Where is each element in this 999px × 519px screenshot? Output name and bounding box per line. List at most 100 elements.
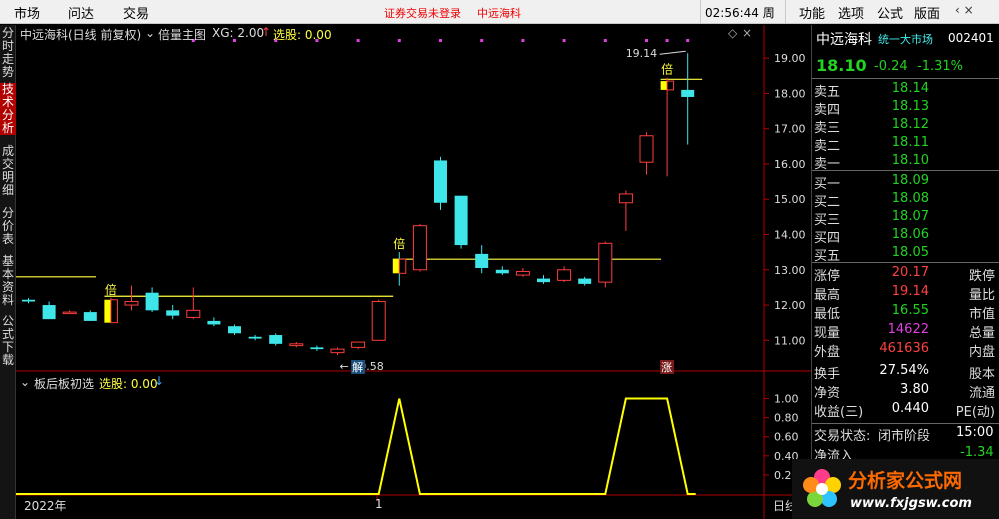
candle[interactable] — [351, 341, 366, 350]
candle[interactable] — [392, 252, 407, 286]
candle[interactable] — [166, 305, 180, 320]
stat-label: 外盘 — [814, 345, 841, 360]
candle-body — [392, 259, 400, 274]
candle[interactable] — [495, 266, 509, 276]
stat-right-label: 流通 — [968, 386, 995, 401]
chart-close-icon[interactable]: × — [742, 26, 752, 40]
bid-price[interactable]: 18.05 — [892, 245, 929, 260]
candle[interactable] — [42, 301, 56, 320]
tab-timeshare[interactable]: 分时走势 — [0, 27, 16, 79]
candle[interactable] — [578, 276, 592, 286]
left-tab-bar: 分时走势 技术分析 成交明细 分价表 基本资料 公式下载 — [0, 25, 16, 519]
menu-function[interactable]: 功能 — [799, 3, 825, 22]
ask-label: 卖五 — [814, 85, 841, 100]
candle[interactable] — [330, 347, 345, 356]
candle-body — [269, 335, 283, 344]
bei-label: 倍 — [661, 62, 673, 77]
signal-dot — [686, 39, 690, 42]
candle[interactable] — [62, 310, 77, 315]
candle[interactable] — [186, 287, 201, 320]
stat-right-label: 股本 — [968, 367, 995, 382]
main-y-axis: 19.00 18.00 17.00 16.00 15.00 14.00 13.00 12.00… — [764, 52, 806, 347]
candle-body — [289, 343, 304, 347]
candle[interactable] — [557, 266, 572, 283]
candle[interactable] — [228, 324, 241, 336]
bid-price[interactable]: 18.06 — [892, 227, 929, 242]
y-tick-label: 18.00 — [774, 87, 806, 100]
tab-price-table[interactable]: 分价表 — [0, 207, 16, 247]
trade-time: 15:00 — [956, 425, 994, 440]
signal-dot — [480, 39, 484, 42]
candle[interactable] — [618, 190, 633, 231]
login-status[interactable]: 证券交易未登录 — [384, 5, 461, 21]
stat-right-label: 总量 — [968, 326, 995, 341]
candle[interactable] — [310, 345, 324, 351]
candle[interactable] — [124, 285, 139, 311]
indicator-dropdown-icon[interactable]: ⌄ — [145, 26, 155, 40]
candle-body — [639, 135, 654, 163]
chart-diamond-icon[interactable]: ◇ — [728, 26, 737, 40]
ask-price[interactable]: 18.13 — [892, 99, 929, 114]
app-window: 市场 问达 交易 证券交易未登录 中远海科 02:56:44 周三 功能 选项 … — [0, 0, 999, 519]
bid-price[interactable]: 18.09 — [892, 173, 929, 188]
sub-indicator-name[interactable]: 板后板初选 — [34, 375, 94, 392]
sub-dropdown-icon[interactable]: ⌄ — [20, 375, 30, 389]
sub-select-value: 选股: 0.00 — [99, 377, 158, 391]
tab-trade-detail[interactable]: 成交明细 — [0, 145, 16, 197]
stat-right-label: 跌停 — [968, 269, 995, 284]
candle[interactable] — [248, 335, 262, 341]
ask-price[interactable]: 18.12 — [892, 117, 929, 132]
chart-area[interactable]: 倍倍倍19.14← 10.58解涨 19.0018.0017.0016.0015… — [16, 25, 811, 519]
candle[interactable] — [515, 268, 530, 277]
candle[interactable] — [454, 195, 468, 249]
candle[interactable] — [434, 156, 447, 210]
candle-body — [598, 242, 613, 283]
bid-price[interactable]: 18.07 — [892, 209, 929, 224]
y-tick-label: 16.00 — [774, 158, 806, 171]
candle[interactable] — [83, 310, 97, 321]
ask-price[interactable]: 18.11 — [892, 135, 929, 150]
candle[interactable] — [412, 223, 427, 272]
candle[interactable] — [145, 287, 159, 313]
indicator-name[interactable]: 倍量主图 — [158, 26, 206, 43]
sub-down-arrow-icon: ↓ — [154, 374, 165, 388]
candle[interactable] — [104, 297, 118, 324]
bid-price[interactable]: 18.08 — [892, 191, 929, 206]
candle-body — [681, 89, 695, 97]
quote-market[interactable]: 统一大市场 — [878, 31, 933, 47]
candle[interactable] — [660, 77, 675, 177]
candle[interactable] — [371, 299, 386, 341]
candle[interactable] — [537, 275, 550, 284]
ask-price[interactable]: 18.10 — [892, 153, 929, 168]
tab-formula-download[interactable]: 公式下载 — [0, 315, 16, 367]
y-tick-label: 17.00 — [774, 123, 806, 136]
jie-label: 解 — [352, 360, 363, 374]
menu-formula[interactable]: 公式 — [877, 3, 903, 22]
menu-options[interactable]: 选项 — [838, 3, 864, 22]
signal-dot — [665, 39, 669, 42]
candle[interactable] — [289, 342, 304, 348]
tab-basic-info[interactable]: 基本资料 — [0, 255, 16, 307]
candle[interactable] — [639, 132, 654, 175]
y-tick-label: 12.00 — [774, 299, 806, 312]
candle[interactable] — [681, 53, 695, 145]
candle-body — [207, 320, 221, 325]
tab-technical[interactable]: 技术分析 — [0, 83, 16, 135]
window-buttons[interactable]: ‹ × — [955, 3, 974, 17]
stat-right-label: 市值 — [968, 307, 995, 322]
stat-right-label: 内盘 — [968, 345, 995, 360]
candle[interactable] — [22, 297, 35, 304]
menu-trade[interactable]: 交易 — [123, 3, 149, 22]
stat-label: 最低 — [814, 307, 841, 322]
ask-price[interactable]: 18.14 — [892, 81, 929, 96]
y-tick-label: 13.00 — [774, 264, 806, 277]
candle[interactable] — [598, 241, 613, 288]
y-tick-label: 19.00 — [774, 52, 806, 65]
menu-wenda[interactable]: 问达 — [68, 3, 94, 22]
candle-body — [475, 253, 489, 269]
candle[interactable] — [475, 245, 489, 274]
candle[interactable] — [207, 317, 221, 327]
menu-market[interactable]: 市场 — [14, 3, 40, 22]
menu-layout[interactable]: 版面 — [914, 3, 940, 22]
candle[interactable] — [269, 333, 283, 346]
